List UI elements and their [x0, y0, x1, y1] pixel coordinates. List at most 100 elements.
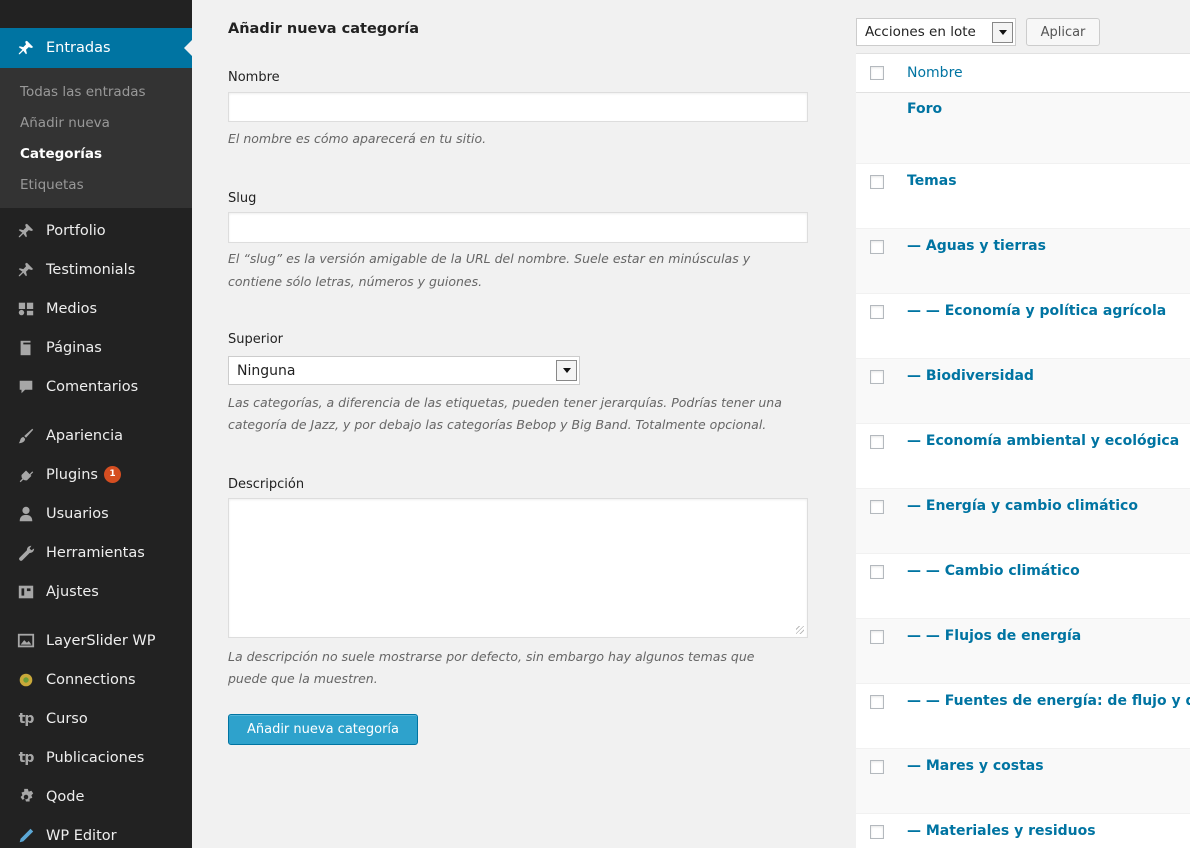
category-name-link[interactable]: — Aguas y tierras: [907, 238, 1046, 254]
sidebar-item-usuarios[interactable]: Usuarios: [0, 494, 192, 533]
sidebar-item-label: Qode: [46, 788, 85, 805]
chevron-down-icon[interactable]: [556, 360, 577, 381]
settings-icon: [16, 582, 36, 602]
table-row: — Mares y costas: [856, 749, 1190, 814]
row-checkbox[interactable]: [870, 825, 884, 839]
sidebar-item-ajustes[interactable]: Ajustes: [0, 572, 192, 611]
sidebar-item-testimonials[interactable]: Testimonials: [0, 250, 192, 289]
category-name-link[interactable]: — — Economía y política agrícola: [907, 303, 1166, 319]
table-row: — Biodiversidad: [856, 359, 1190, 424]
apply-button[interactable]: Aplicar: [1026, 18, 1100, 46]
sidebar-item-connections[interactable]: Connections: [0, 660, 192, 699]
category-name-link[interactable]: Temas: [907, 173, 957, 189]
category-name-link[interactable]: — Energía y cambio climático: [907, 498, 1138, 514]
comment-icon: [16, 377, 36, 397]
name-hint: El nombre es cómo aparecerá en tu sitio.: [228, 131, 487, 146]
table-row: — Economía ambiental y ecológica: [856, 424, 1190, 489]
row-checkbox[interactable]: [870, 760, 884, 774]
update-count-badge: 1: [103, 466, 121, 483]
sidebar-item-label: Comentarios: [46, 378, 139, 395]
submenu-etiquetas[interactable]: Etiquetas: [0, 169, 192, 200]
sidebar-item-label: WP Editor: [46, 827, 117, 844]
category-name-link[interactable]: — — Fuentes de energía: de flujo y d: [907, 693, 1190, 709]
sidebar-item-label: Plugins: [46, 466, 98, 483]
sidebar-item-label: Connections: [46, 671, 136, 688]
select-all-checkbox[interactable]: [870, 66, 884, 80]
media-icon: [16, 299, 36, 319]
category-name-link[interactable]: — — Cambio climático: [907, 563, 1080, 579]
sidebar-item-label: Entradas: [46, 40, 111, 56]
category-name-link[interactable]: Foro: [907, 101, 942, 117]
table-row: — — Economía y política agrícola: [856, 294, 1190, 359]
slug-label: Slug: [228, 191, 257, 206]
add-category-button[interactable]: Añadir nueva categoría: [228, 714, 418, 745]
sidebar-item-label: Curso: [46, 710, 88, 727]
sidebar-item-publicaciones[interactable]: tp Publicaciones: [0, 738, 192, 777]
sidebar-item-paginas[interactable]: Páginas: [0, 328, 192, 367]
sidebar-item-layerslider[interactable]: LayerSlider WP: [0, 621, 192, 660]
table-row: — — Fuentes de energía: de flujo y d: [856, 684, 1190, 749]
wrench-icon: [16, 543, 36, 563]
sidebar-item-curso[interactable]: tp Curso: [0, 699, 192, 738]
menu-separator: [0, 406, 192, 416]
row-checkbox[interactable]: [870, 565, 884, 579]
pencil-icon: [16, 826, 36, 846]
sidebar-item-portfolio[interactable]: Portfolio: [0, 211, 192, 250]
sidebar-item-label: Publicaciones: [46, 749, 145, 766]
submenu-categorias[interactable]: Categorías: [0, 138, 192, 169]
posts-submenu: Todas las entradas Añadir nueva Categorí…: [0, 68, 192, 208]
pin-icon: [16, 260, 36, 280]
parent-hint-line-1: Las categorías, a diferencia de las etiq…: [228, 395, 782, 410]
row-checkbox[interactable]: [870, 175, 884, 189]
bulk-actions-select[interactable]: Acciones en lote: [856, 18, 1016, 46]
category-name-link[interactable]: — Mares y costas: [907, 758, 1044, 774]
submenu-todas-las-entradas[interactable]: Todas las entradas: [0, 76, 192, 107]
sidebar-menu: Portfolio Testimonials Medios Páginas Co…: [0, 211, 192, 848]
name-input[interactable]: [228, 92, 808, 122]
category-list: Acciones en lote Aplicar Nombre Foro Tem…: [856, 0, 1190, 848]
category-name-link[interactable]: — — Flujos de energía: [907, 628, 1081, 644]
gear-icon: [16, 787, 36, 807]
submenu-anadir-nueva[interactable]: Añadir nueva: [0, 107, 192, 138]
tp-icon: tp: [18, 710, 35, 727]
sidebar-item-label: Herramientas: [46, 544, 145, 561]
slug-input[interactable]: [228, 212, 808, 243]
sidebar-item-label: Portfolio: [46, 222, 106, 239]
tp-icon: tp: [18, 749, 35, 766]
layerslider-icon: [16, 631, 36, 651]
sidebar-item-wp-editor[interactable]: WP Editor: [0, 816, 192, 848]
parent-select[interactable]: Ninguna: [228, 356, 580, 385]
description-textarea[interactable]: [228, 498, 808, 638]
sidebar-item-entradas[interactable]: Entradas: [0, 28, 192, 68]
plugin-icon: [16, 465, 36, 485]
resize-handle-icon[interactable]: [796, 626, 804, 634]
chevron-down-icon[interactable]: [992, 22, 1013, 43]
row-checkbox[interactable]: [870, 500, 884, 514]
users-icon: [16, 504, 36, 524]
sidebar-item-apariencia[interactable]: Apariencia: [0, 416, 192, 455]
category-name-link[interactable]: — Biodiversidad: [907, 368, 1034, 384]
sidebar-item-herramientas[interactable]: Herramientas: [0, 533, 192, 572]
sidebar-item-plugins[interactable]: Plugins 1: [0, 455, 192, 494]
sidebar-item-comentarios[interactable]: Comentarios: [0, 367, 192, 406]
sidebar-item-label: Apariencia: [46, 427, 123, 444]
row-checkbox[interactable]: [870, 435, 884, 449]
sidebar-top: [0, 0, 192, 8]
row-checkbox[interactable]: [870, 630, 884, 644]
pages-icon: [16, 338, 36, 358]
menu-separator: [0, 611, 192, 621]
slug-hint-line-2: contiene sólo letras, números y guiones.: [228, 274, 483, 289]
row-checkbox[interactable]: [870, 240, 884, 254]
column-header-name[interactable]: Nombre: [907, 65, 963, 81]
sidebar-item-medios[interactable]: Medios: [0, 289, 192, 328]
sidebar-item-qode[interactable]: Qode: [0, 777, 192, 816]
row-checkbox[interactable]: [870, 370, 884, 384]
category-name-link[interactable]: — Materiales y residuos: [907, 823, 1096, 839]
form-title: Añadir nueva categoría: [228, 21, 420, 37]
row-checkbox[interactable]: [870, 695, 884, 709]
sidebar-item-label: LayerSlider WP: [46, 632, 156, 649]
row-checkbox[interactable]: [870, 305, 884, 319]
sidebar-item-label: Usuarios: [46, 505, 109, 522]
name-label: Nombre: [228, 70, 280, 85]
category-name-link[interactable]: — Economía ambiental y ecológica: [907, 433, 1179, 449]
